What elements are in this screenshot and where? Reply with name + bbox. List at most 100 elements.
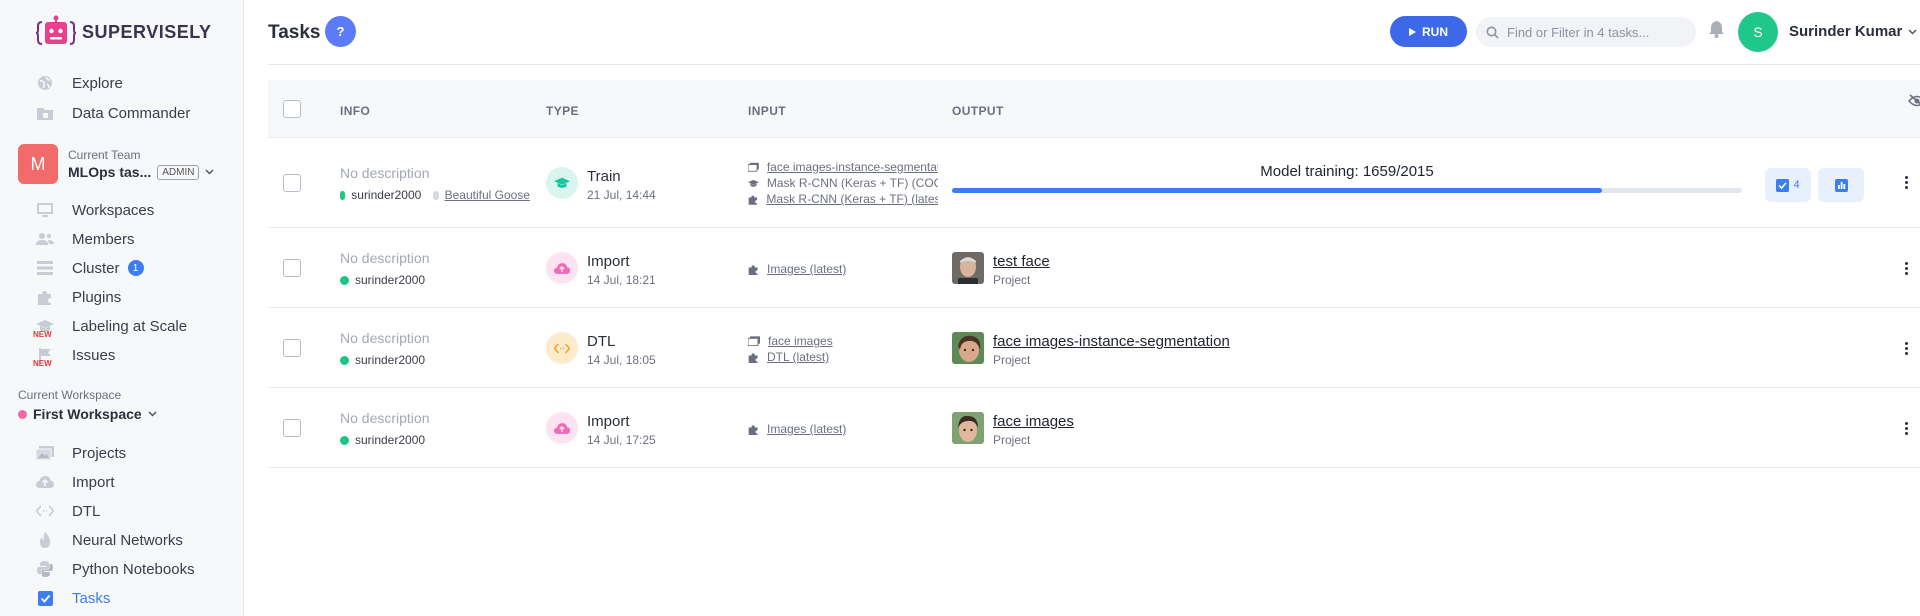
monitor-icon [36, 201, 54, 219]
sidebar-item-projects[interactable]: Projects [36, 442, 126, 464]
output-project-link[interactable]: test face [993, 253, 1050, 270]
progress-bar [952, 188, 1742, 193]
input-link[interactable]: Mask R-CNN (Keras + TF) (latest) [766, 192, 938, 206]
team-caption: Current Team [68, 148, 141, 162]
sidebar-item-cluster[interactable]: Cluster 1 [36, 257, 144, 279]
sidebar-item-plugins[interactable]: Plugins [36, 286, 121, 308]
table-row[interactable]: No description surinder2000 Import 14 Ju… [268, 228, 1920, 308]
output-project-link[interactable]: face images-instance-segmentation [993, 333, 1230, 350]
images-icon [36, 444, 54, 462]
table-row[interactable]: No description surinder2000 Import 14 Ju… [268, 388, 1920, 468]
table-row[interactable]: No description surinder2000 DTL 14 Jul, … [268, 308, 1920, 388]
search-input[interactable] [1507, 24, 1687, 40]
globe-icon [36, 74, 54, 92]
input-link[interactable]: face images [768, 334, 833, 348]
sidebar-item-workspaces[interactable]: Workspaces [36, 199, 154, 221]
column-header-input: INPUT [748, 104, 786, 118]
row-checkbox[interactable] [283, 419, 301, 437]
sidebar-item-label: Data Commander [72, 104, 191, 122]
input-link[interactable]: DTL (latest) [767, 350, 829, 364]
task-description: No description [340, 330, 430, 346]
sidebar-item-label: Workspaces [72, 201, 155, 219]
puzzle-icon [748, 195, 758, 205]
user-avatar[interactable]: S [1738, 12, 1778, 52]
sidebar-item-dtl[interactable]: DTL [36, 500, 100, 522]
project-thumbnail[interactable] [952, 332, 984, 364]
chevron-down-icon [148, 411, 157, 417]
charts-button[interactable] [1818, 168, 1864, 202]
owner-name: surinder2000 [355, 433, 426, 447]
chevron-down-icon [205, 169, 214, 175]
checks-button[interactable]: 4 [1765, 168, 1811, 202]
input-link[interactable]: Images (latest) [767, 262, 846, 276]
sidebar-item-members[interactable]: Members [36, 228, 135, 250]
sidebar-item-labeling-at-scale[interactable]: NEW Labeling at Scale [33, 315, 187, 340]
row-checkbox[interactable] [283, 259, 301, 277]
sidebar-item-tasks[interactable]: Tasks [36, 587, 110, 609]
team-switcher[interactable]: M Current Team MLOps tas... ADMIN [18, 144, 214, 184]
user-menu[interactable]: Surinder Kumar [1789, 23, 1917, 40]
task-owner: surinder2000 [340, 433, 425, 447]
help-button[interactable]: ? [325, 16, 356, 47]
sidebar-item-issues[interactable]: NEW Issues [33, 344, 115, 369]
status-dot [340, 275, 349, 285]
cloud-upload-icon [36, 473, 54, 491]
task-date: 14 Jul, 17:25 [587, 433, 656, 447]
eye-off-icon[interactable] [1908, 94, 1920, 108]
session-link[interactable]: Beautiful Goose [445, 188, 530, 202]
page-title: Tasks [268, 22, 321, 43]
sidebar-item-python-notebooks[interactable]: Python Notebooks [36, 558, 195, 580]
sidebar: SUPERVISELY Explore Data Commander M Cur… [0, 0, 244, 616]
output-type: Project [993, 273, 1031, 287]
python-icon [36, 560, 54, 578]
sidebar-item-label: Neural Networks [72, 531, 183, 549]
team-avatar: M [18, 144, 58, 184]
table-row[interactable]: No description surinder2000 Beautiful Go… [268, 138, 1920, 228]
input-item[interactable]: face images-instance-segmentation [748, 160, 938, 174]
input-item[interactable]: Images (latest) [748, 422, 938, 436]
project-thumbnail[interactable] [952, 412, 984, 444]
row-menu-button[interactable] [1898, 262, 1914, 275]
input-link[interactable]: Images (latest) [767, 422, 846, 436]
row-checkbox[interactable] [283, 339, 301, 357]
input-item[interactable]: face images [748, 334, 938, 348]
input-item[interactable]: DTL (latest) [748, 350, 938, 364]
sidebar-item-import[interactable]: Import [36, 471, 115, 493]
sidebar-item-data-commander[interactable]: Data Commander [36, 102, 190, 124]
search-box[interactable] [1476, 17, 1696, 47]
bell-icon[interactable] [1709, 21, 1724, 38]
row-menu-button[interactable] [1898, 422, 1914, 435]
new-tag: NEW [33, 330, 52, 339]
supervisely-logo[interactable]: SUPERVISELY [36, 14, 212, 50]
sidebar-item-label: DTL [72, 502, 101, 520]
input-item[interactable]: Mask R-CNN (Keras + TF) (latest) [748, 192, 938, 206]
workspace-name: First Workspace [33, 406, 142, 422]
sidebar-item-neural-networks[interactable]: Neural Networks [36, 529, 183, 551]
sidebar-item-label: Python Notebooks [72, 560, 195, 578]
task-type: Import [587, 253, 630, 270]
workspace-switcher[interactable]: First Workspace [18, 406, 157, 422]
run-button[interactable]: RUN [1390, 16, 1467, 47]
status-dot [340, 190, 346, 200]
column-header-output: OUTPUT [952, 104, 1004, 118]
task-owner: surinder2000 [340, 353, 425, 367]
select-all-checkbox[interactable] [283, 100, 301, 118]
role-badge: ADMIN [157, 164, 200, 180]
flag-icon: NEW [33, 346, 54, 368]
output-project-link[interactable]: face images [993, 413, 1074, 430]
sidebar-item-explore[interactable]: Explore [36, 72, 123, 94]
input-item[interactable]: Images (latest) [748, 262, 938, 276]
checkbox-icon [36, 589, 54, 607]
puzzle-icon [748, 264, 758, 275]
header-divider [268, 64, 1920, 65]
task-type: Import [587, 413, 630, 430]
row-menu-button[interactable] [1898, 176, 1914, 189]
bar-chart-icon [1834, 178, 1848, 192]
project-thumbnail[interactable] [952, 252, 984, 284]
sidebar-item-label: Explore [72, 74, 123, 92]
input-link[interactable]: face images-instance-segmentation [767, 160, 938, 174]
import-type-icon [546, 412, 578, 444]
row-menu-button[interactable] [1898, 342, 1914, 355]
status-dot [340, 435, 349, 445]
row-checkbox[interactable] [283, 174, 301, 192]
